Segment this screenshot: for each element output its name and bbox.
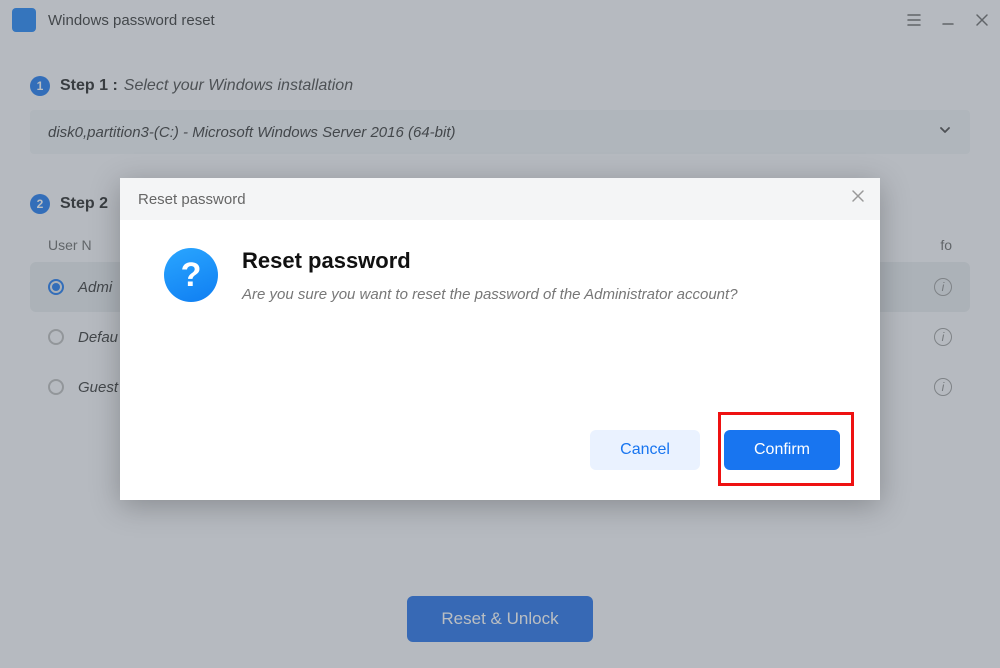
close-icon[interactable] (850, 188, 866, 208)
modal-title: Reset password (242, 248, 738, 274)
modal-footer: Cancel Confirm (590, 430, 840, 470)
modal-body: ? Reset password Are you sure you want t… (120, 220, 880, 303)
modal-header-title: Reset password (138, 191, 246, 208)
modal-text-block: Reset password Are you sure you want to … (242, 248, 738, 303)
question-icon: ? (164, 248, 218, 302)
modal-header: Reset password (120, 178, 880, 220)
confirm-button[interactable]: Confirm (724, 430, 840, 470)
reset-password-modal: Reset password ? Reset password Are you … (120, 178, 880, 500)
app-window: Windows password reset 1 Step 1 : Select… (0, 0, 1000, 668)
cancel-button[interactable]: Cancel (590, 430, 700, 470)
modal-message: Are you sure you want to reset the passw… (242, 286, 738, 303)
